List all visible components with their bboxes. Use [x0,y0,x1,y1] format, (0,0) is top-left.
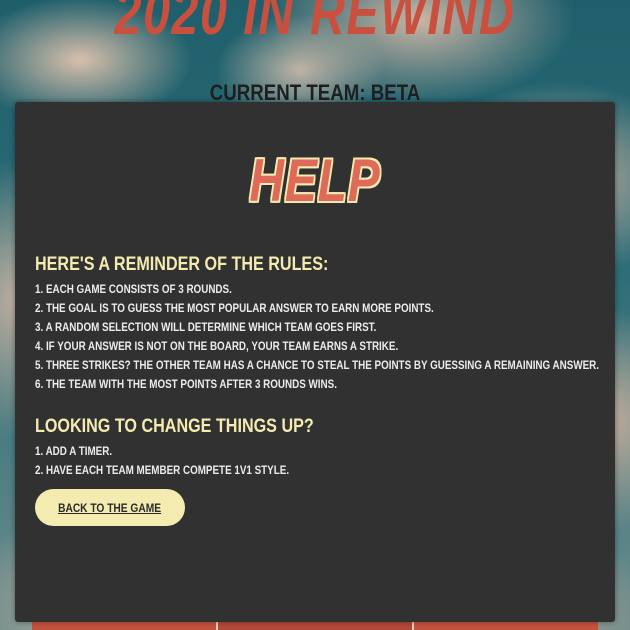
rule-item: 4. IF YOUR ANSWER IS NOT ON THE BOARD, Y… [35,339,399,353]
change-item: 1. ADD A TIMER. [35,444,113,458]
back-to-game-button[interactable]: BACK TO THE GAME [35,489,185,526]
change-item: 2. HAVE EACH TEAM MEMBER COMPETE 1V1 STY… [35,463,290,477]
changes-list: 1. ADD A TIMER. 2. HAVE EACH TEAM MEMBER… [35,442,605,480]
changes-heading: LOOKING TO CHANGE THINGS UP? [35,416,314,437]
help-title: HELP [249,147,381,214]
rules-heading: HERE'S A REMINDER OF THE RULES: [35,254,329,275]
help-modal: HELP HERE'S A REMINDER OF THE RULES: 1. … [15,102,615,622]
rule-item: 1. EACH GAME CONSISTS OF 3 ROUNDS. [35,282,232,296]
rule-item: 6. THE TEAM WITH THE MOST POINTS AFTER 3… [35,377,337,391]
rule-item: 5. THREE STRIKES? THE OTHER TEAM HAS A C… [35,358,600,372]
game-title: 2020 IN REWIND [114,0,516,48]
changes-section: LOOKING TO CHANGE THINGS UP? 1. ADD A TI… [35,414,605,480]
rules-list: 1. EACH GAME CONSISTS OF 3 ROUNDS. 2. TH… [35,280,605,394]
rules-section: HERE'S A REMINDER OF THE RULES: 1. EACH … [35,252,605,394]
rule-item: 2. THE GOAL IS TO GUESS THE MOST POPULAR… [35,301,434,315]
rule-item: 3. A RANDOM SELECTION WILL DETERMINE WHI… [35,320,377,334]
back-to-game-label: BACK TO THE GAME [58,500,162,515]
